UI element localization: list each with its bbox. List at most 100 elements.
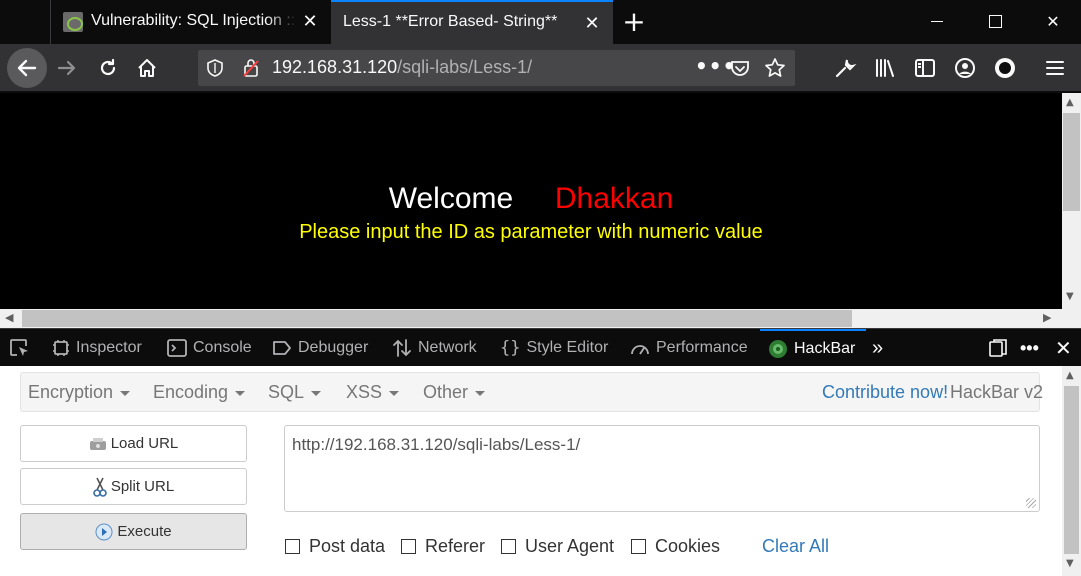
extension-icon[interactable] — [993, 56, 1017, 80]
menu-label: Encryption — [28, 382, 114, 402]
scroll-down-icon[interactable]: ▼ — [1066, 558, 1074, 569]
reload-icon — [100, 58, 116, 76]
pocket-icon[interactable] — [730, 58, 750, 78]
tab-style-editor[interactable]: {} Style Editor — [500, 329, 608, 367]
back-button[interactable] — [7, 48, 47, 88]
tab-console[interactable]: Console — [167, 329, 252, 367]
post-data-checkbox[interactable]: Post data — [285, 536, 385, 557]
menu-sql[interactable]: SQL — [268, 382, 322, 403]
checkbox-label: Referer — [425, 536, 486, 556]
navigation-toolbar: 192.168.31.120/sqli-labs/Less-1/ ••• — [0, 44, 1081, 92]
checkbox-box[interactable] — [285, 539, 300, 554]
tab-label: Console — [193, 339, 252, 356]
button-label: Execute — [117, 523, 172, 540]
tab-label: HackBar — [794, 340, 856, 357]
library-icon[interactable] — [873, 56, 897, 80]
forward-button[interactable] — [49, 50, 85, 86]
tab-label: Performance — [656, 339, 748, 356]
caret-down-icon — [475, 390, 486, 396]
element-picker-button[interactable] — [8, 329, 30, 367]
url-bar[interactable]: 192.168.31.120/sqli-labs/Less-1/ ••• — [198, 50, 795, 86]
reload-button[interactable] — [90, 50, 126, 86]
wrench-icon[interactable] — [833, 56, 857, 80]
home-button[interactable] — [129, 50, 165, 86]
menu-other[interactable]: Other — [423, 382, 486, 403]
page-content: Welcome Dhakkan Please input the ID as p… — [0, 93, 1062, 309]
checkbox-box[interactable] — [401, 539, 416, 554]
tracking-shield-icon[interactable] — [206, 59, 224, 77]
menu-encoding[interactable]: Encoding — [153, 382, 246, 403]
tab-label: Style Editor — [526, 339, 609, 356]
hackbar-menu-bar: Encryption Encoding SQL XSS Other Contri… — [20, 372, 1043, 412]
page-horizontal-scrollbar[interactable]: ◀ ▶ — [0, 309, 1062, 328]
url-text[interactable]: 192.168.31.120/sqli-labs/Less-1/ — [272, 57, 532, 78]
referer-checkbox[interactable]: Referer — [401, 536, 485, 557]
tab-title: Less-1 **Error Based- String** — [343, 13, 558, 30]
scroll-right-icon[interactable]: ▶ — [1043, 311, 1051, 324]
menu-label: Other — [423, 382, 469, 402]
more-tools-icon[interactable]: » — [872, 329, 883, 367]
sidebar-icon[interactable] — [913, 56, 937, 80]
new-tab-button[interactable]: + — [620, 8, 648, 36]
tab-performance[interactable]: Performance — [630, 329, 748, 367]
url-host: 192.168.31.120 — [272, 57, 398, 77]
bookmark-star-icon[interactable] — [764, 57, 786, 79]
tab-inspector[interactable]: Inspector — [52, 329, 142, 367]
window-close-button[interactable]: ✕ — [1030, 0, 1076, 44]
split-url-button[interactable]: Split URL — [20, 468, 247, 505]
devtools-toolbar: Inspector Console Debugger Network {} St… — [0, 328, 1081, 366]
close-tab-icon[interactable]: ✕ — [299, 10, 321, 32]
insecure-lock-icon[interactable] — [242, 58, 260, 78]
button-label: Split URL — [110, 478, 175, 495]
execute-button[interactable]: Execute — [20, 513, 247, 550]
checkbox-label: Post data — [309, 536, 386, 556]
cookies-checkbox[interactable]: Cookies — [631, 536, 720, 557]
welcome-name: Dhakkan — [554, 182, 674, 215]
scroll-thumb[interactable] — [22, 310, 852, 327]
network-icon — [393, 339, 411, 357]
resize-handle-icon[interactable] — [1026, 498, 1036, 508]
checkbox-box[interactable] — [501, 539, 516, 554]
console-icon — [167, 339, 187, 357]
minimize-button[interactable] — [914, 0, 960, 44]
scroll-up-icon[interactable]: ▲ — [1066, 97, 1074, 108]
title-bar: Vulnerability: SQL Injection :: Damn ✕ L… — [0, 0, 1081, 44]
hackbar-vertical-scrollbar[interactable]: ▲ ▼ — [1062, 366, 1081, 576]
dock-options-button[interactable] — [988, 329, 1008, 367]
scroll-left-icon[interactable]: ◀ — [5, 311, 13, 324]
hackbar-icon — [769, 340, 787, 358]
tab-network[interactable]: Network — [392, 329, 477, 367]
menu-encryption[interactable]: Encryption — [28, 382, 131, 403]
load-url-button[interactable]: Load URL — [20, 425, 247, 462]
url-textarea[interactable]: http://192.168.31.120/sqli-labs/Less-1/ — [284, 425, 1040, 512]
tab-label: Network — [418, 339, 477, 356]
close-tab-icon[interactable]: ✕ — [581, 12, 603, 34]
checkbox-box[interactable] — [631, 539, 646, 554]
page-vertical-scrollbar[interactable]: ▲ ▼ — [1062, 93, 1081, 309]
account-icon[interactable] — [953, 56, 977, 80]
maximize-button[interactable] — [972, 0, 1018, 44]
close-devtools-icon[interactable]: ✕ — [1055, 329, 1072, 367]
clear-all-link[interactable]: Clear All — [762, 536, 829, 557]
element-picker-icon — [10, 339, 28, 356]
caret-down-icon — [311, 390, 322, 396]
scroll-down-icon[interactable]: ▼ — [1066, 291, 1074, 302]
scissors-icon — [93, 477, 107, 497]
scroll-thumb[interactable] — [1064, 386, 1079, 554]
user-agent-checkbox[interactable]: User Agent — [501, 536, 614, 557]
hamburger-menu-icon[interactable] — [1043, 56, 1067, 80]
menu-xss[interactable]: XSS — [346, 382, 400, 403]
contribute-link[interactable]: Contribute now! — [822, 382, 948, 403]
tab-dvwa[interactable]: Vulnerability: SQL Injection :: Damn ✕ — [50, 0, 331, 44]
tab-hackbar[interactable]: HackBar — [760, 329, 866, 367]
tab-less-1[interactable]: Less-1 **Error Based- String** ✕ — [331, 0, 613, 44]
scrollbar-corner — [1062, 309, 1081, 328]
url-path: /sqli-labs/Less-1/ — [397, 57, 533, 77]
tab-debugger[interactable]: Debugger — [272, 329, 368, 367]
welcome-heading: Welcome Dhakkan — [0, 182, 1062, 216]
scroll-up-icon[interactable]: ▲ — [1066, 370, 1074, 381]
tab-label: Debugger — [298, 339, 369, 356]
devtools-menu-icon[interactable]: ••• — [1020, 329, 1039, 367]
scroll-thumb[interactable] — [1063, 113, 1080, 211]
url-textarea-value: http://192.168.31.120/sqli-labs/Less-1/ — [292, 435, 581, 454]
